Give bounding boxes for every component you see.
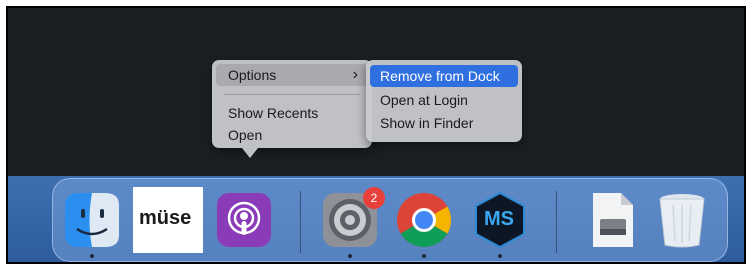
menu-separator [224,94,360,95]
screen: Options › Show Recents Open Remove from … [6,6,746,264]
dock-separator [300,191,301,253]
dock-item-muse[interactable]: müse [133,187,203,253]
menu-item-show-recents[interactable]: Show Recents [228,102,318,124]
dock-item-ms-app[interactable]: MS [471,191,529,249]
notification-badge: 2 [363,187,385,209]
trash-icon [659,194,705,248]
menu-item-remove-from-dock[interactable]: Remove from Dock [370,65,518,87]
menu-item-open[interactable]: Open [228,124,262,146]
dock-item-finder[interactable] [63,191,121,249]
dock-separator-2 [556,191,557,253]
menu-item-show-in-finder-label: Show in Finder [380,115,474,131]
ms-app-running-indicator [498,254,502,258]
finder-running-indicator [90,254,94,258]
settings-running-indicator [348,254,352,258]
chrome-running-indicator [422,254,426,258]
menu-item-show-recents-label: Show Recents [228,105,319,121]
dock-item-disk-document[interactable] [583,191,641,249]
menu-pointer [242,148,258,158]
menu-item-open-at-login[interactable]: Open at Login [380,89,468,111]
submenu-chevron-icon: › [352,66,358,83]
options-submenu: Remove from Dock Open at Login Show in F… [366,60,522,142]
menu-item-options[interactable]: Options › [216,64,368,86]
ms-app-logo-text: MS [484,208,514,230]
menu-item-remove-from-dock-label: Remove from Dock [380,68,500,84]
menu-item-open-label: Open [228,127,263,143]
finder-icon [65,193,119,247]
dock-item-chrome[interactable] [395,191,453,249]
disk-utility-doc-icon [593,193,633,247]
dock-item-trash[interactable] [653,191,711,249]
menu-item-open-at-login-label: Open at Login [380,92,468,108]
dock: müse 2 MS [52,178,728,262]
dock-item-podcasts[interactable] [215,191,273,249]
chrome-icon [397,193,452,247]
podcasts-icon [217,193,271,247]
muse-icon: müse [139,207,192,229]
context-menu: Options › Show Recents Open [212,60,372,148]
menu-item-options-label: Options [228,67,277,83]
menu-item-show-in-finder[interactable]: Show in Finder [380,112,473,134]
